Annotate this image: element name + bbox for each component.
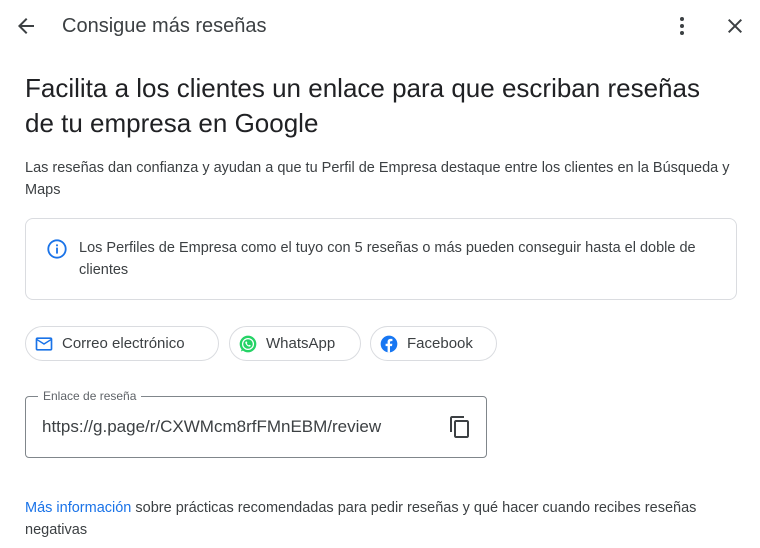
- mail-icon: [34, 334, 54, 354]
- info-text: Los Perfiles de Empresa como el tuyo con…: [79, 240, 696, 278]
- close-icon: [728, 19, 742, 33]
- review-link-field: Enlace de reseña: [25, 389, 487, 458]
- share-facebook-label: Facebook: [407, 335, 473, 352]
- arrow-back-icon: [18, 18, 34, 34]
- page-headline: Facilita a los clientes un enlace para q…: [25, 73, 700, 138]
- copy-link-button[interactable]: [446, 413, 474, 441]
- share-email-label: Correo electrónico: [62, 335, 185, 352]
- whatsapp-icon: [238, 334, 258, 354]
- review-link-input[interactable]: [42, 415, 442, 439]
- copy-icon: [450, 416, 469, 438]
- share-whatsapp-chip[interactable]: WhatsApp: [229, 326, 361, 361]
- info-icon: [47, 239, 67, 259]
- share-facebook-chip[interactable]: Facebook: [370, 326, 497, 361]
- back-button[interactable]: [8, 8, 44, 44]
- dialog-title: Consigue más reseñas: [62, 15, 267, 37]
- info-banner: Los Perfiles de Empresa como el tuyo con…: [25, 218, 737, 300]
- share-email-chip[interactable]: Correo electrónico: [25, 326, 219, 361]
- review-link-label: Enlace de reseña: [38, 389, 142, 403]
- footer-note: Más información sobre prácticas recomend…: [25, 497, 735, 541]
- close-button[interactable]: [717, 8, 753, 44]
- more-options-button[interactable]: [664, 8, 700, 44]
- learn-more-link[interactable]: Más información: [25, 500, 131, 516]
- share-whatsapp-label: WhatsApp: [266, 335, 336, 352]
- top-bar: Consigue más reseñas: [0, 0, 760, 52]
- more-vert-icon: [680, 17, 684, 35]
- facebook-icon: [379, 334, 399, 354]
- page-subtext: Las reseñas dan confianza y ayudan a que…: [25, 160, 730, 198]
